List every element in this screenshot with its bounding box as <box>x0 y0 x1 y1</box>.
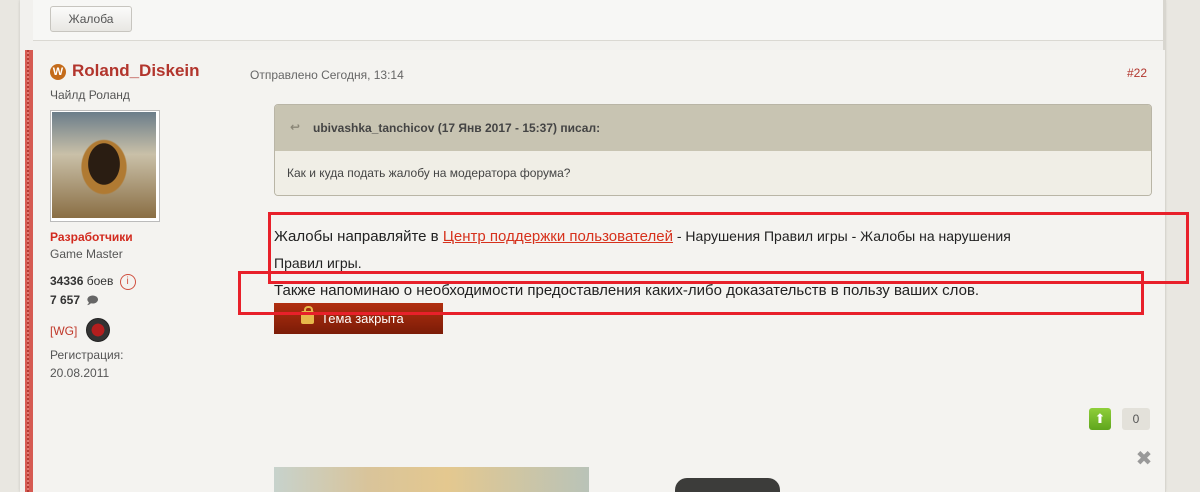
message-line-1: Жалобы направляйте в Центр поддержки пол… <box>274 228 1011 245</box>
message-line-2: Правил игры. <box>274 255 362 271</box>
close-icon[interactable]: ✖ <box>1135 449 1153 469</box>
report-button[interactable]: Жалоба <box>50 6 132 32</box>
support-center-link[interactable]: Центр поддержки пользователей <box>443 228 673 245</box>
post-stripe-pattern <box>27 50 29 492</box>
author-rank: Game Master <box>50 247 123 261</box>
avatar-image <box>52 112 156 218</box>
quote-header: ↩ ubivashka_tanchicov (17 Янв 2017 - 15:… <box>275 105 1151 151</box>
author-group: Разработчики <box>50 230 133 244</box>
author-name[interactable]: Roland_Diskein <box>72 61 200 81</box>
signature-image-right <box>675 478 780 492</box>
clan-tag[interactable]: [WG] <box>50 324 77 338</box>
post-date: Отправлено Сегодня, 13:14 <box>250 68 404 82</box>
battles-stat: 34336 боев i <box>50 274 136 290</box>
battles-count: 34336 <box>50 274 84 289</box>
post-number-link[interactable]: #22 <box>1127 66 1147 80</box>
info-icon[interactable]: i <box>119 274 136 290</box>
quote-block: ↩ ubivashka_tanchicov (17 Янв 2017 - 15:… <box>274 104 1152 196</box>
quote-arrow-icon: ↩ <box>290 120 301 134</box>
avatar[interactable] <box>50 110 160 222</box>
signature-image-left <box>274 467 589 492</box>
quote-header-text: ubivashka_tanchicov (17 Янв 2017 - 15:37… <box>313 121 601 135</box>
registration-label: Регистрация: <box>50 348 124 362</box>
wg-logo-icon: W <box>50 64 66 80</box>
vote-count: 0 <box>1122 408 1150 430</box>
lock-icon <box>301 306 314 324</box>
topic-closed-button[interactable]: Тема закрыта <box>274 303 443 334</box>
posts-stat: 7 657 🗩 <box>50 292 99 311</box>
author-title: Чайлд Роланд <box>50 88 130 102</box>
message-tail: - Нарушения Правил игры - Жалобы на нару… <box>672 228 1011 244</box>
battles-label: боев <box>86 274 114 289</box>
posts-count: 7 657 <box>50 293 81 307</box>
vote-up-button[interactable]: ⬆ <box>1089 408 1111 430</box>
message-line-3: Также напоминаю о необходимости предоста… <box>274 282 980 299</box>
registration-date: 20.08.2011 <box>50 366 110 380</box>
topic-closed-label: Тема закрыта <box>321 311 404 326</box>
speech-bubble-icon: 🗩 <box>86 295 99 307</box>
clan-logo-icon[interactable] <box>86 318 110 342</box>
previous-post-footer <box>33 0 1163 41</box>
quote-body: Как и куда подать жалобу на модератора ф… <box>275 151 1151 195</box>
message-prefix: Жалобы направляйте в <box>274 228 443 245</box>
